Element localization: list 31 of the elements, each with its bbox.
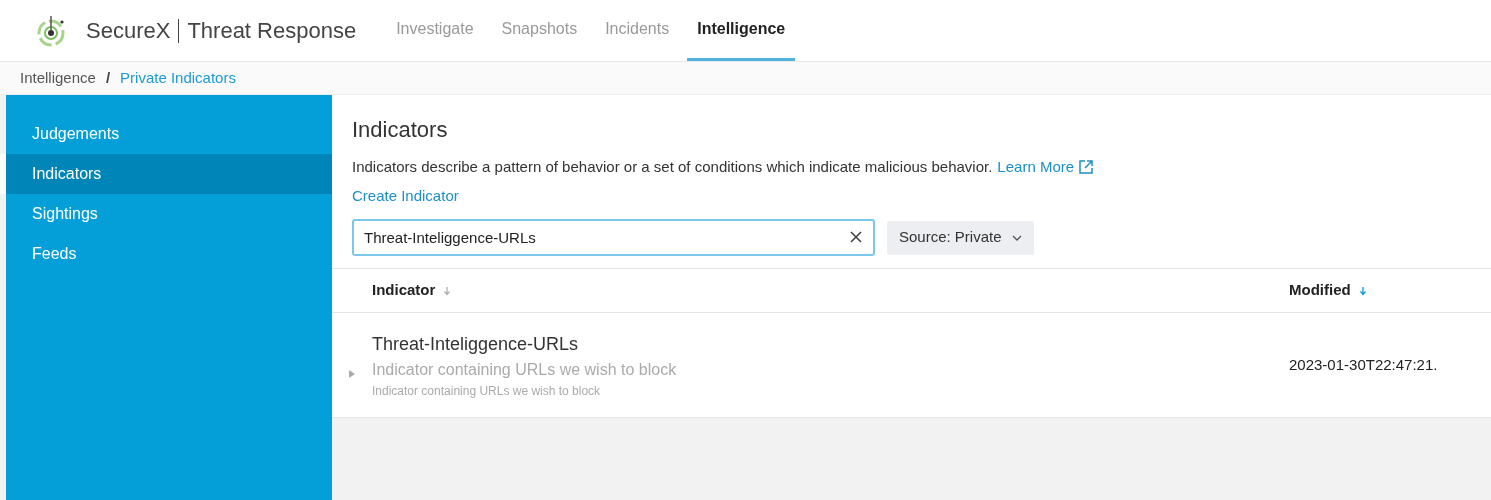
- modified-cell-text: 2023-01-30T22:47:21.: [1289, 354, 1438, 375]
- sidebar-item[interactable]: Sightings: [0, 194, 332, 234]
- breadcrumb-separator: /: [105, 67, 111, 88]
- indicator-description: Indicator containing URLs we wish to block: [372, 359, 678, 380]
- sidebar-item[interactable]: Indicators: [0, 154, 332, 194]
- sidebar-item[interactable]: Judgements: [0, 114, 332, 154]
- breadcrumb-link[interactable]: Intelligence: [20, 66, 96, 90]
- column-header[interactable]: Indicator: [372, 279, 436, 302]
- indicator-subtext: Indicator containing URLs we wish to block: [372, 382, 602, 400]
- column-header[interactable]: Modified: [1289, 279, 1351, 302]
- clear-icon[interactable]: [849, 230, 863, 244]
- page-title: Indicators: [352, 116, 449, 144]
- breadcrumb-link[interactable]: Private Indicators: [120, 66, 236, 90]
- source-dropdown[interactable]: Source: Private: [887, 220, 1034, 255]
- nav-tab[interactable]: Investigate: [386, 0, 484, 61]
- indicator-title: Threat-Inteliggence-URLs: [372, 332, 580, 356]
- product-name: Threat Response: [187, 17, 357, 45]
- expand-icon[interactable]: [348, 370, 356, 378]
- search-field[interactable]: Threat-Inteliggence-URLs: [352, 219, 875, 256]
- create-indicator-link[interactable]: Create Indicator: [352, 184, 1491, 207]
- brand-name: SecureX: [86, 17, 171, 45]
- nav-tab[interactable]: Incidents: [595, 0, 680, 61]
- learn-more-link[interactable]: Learn More: [997, 156, 1075, 179]
- chevron-down-icon: [1011, 234, 1022, 241]
- sort-arrow-icon[interactable]: [443, 285, 452, 296]
- page-description: Indicators describe a pattern of behavior or a set of conditions which indicate malicious behavior.: [352, 157, 993, 177]
- nav-tab[interactable]: Snapshots: [491, 0, 588, 61]
- sort-arrow-icon[interactable]: [1358, 285, 1367, 296]
- brand-divider: [178, 18, 180, 43]
- sidebar-item[interactable]: Feeds: [0, 234, 332, 274]
- external-link-icon[interactable]: [1078, 159, 1095, 176]
